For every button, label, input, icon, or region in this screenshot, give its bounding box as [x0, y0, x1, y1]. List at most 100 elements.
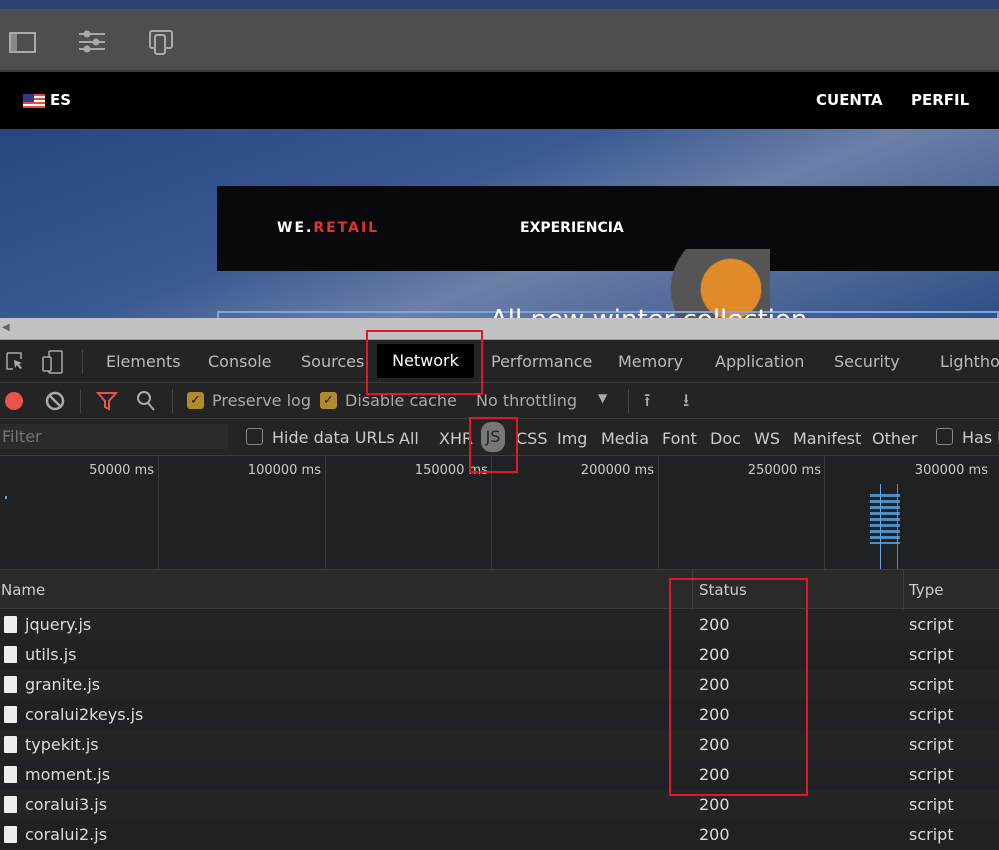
filter-icon[interactable] — [96, 391, 118, 411]
table-row[interactable]: typekit.js 200 script — [0, 730, 999, 760]
table-row[interactable]: moment.js 200 script — [0, 760, 999, 790]
tab-security[interactable]: Security — [834, 352, 900, 371]
hero-banner: WE.RETAIL EXPERIENCIA All new winter col… — [0, 129, 999, 318]
column-status[interactable]: Status — [699, 581, 747, 599]
window-top-strip — [0, 0, 999, 9]
request-type: script — [909, 645, 954, 664]
request-name: coralui2keys.js — [25, 705, 144, 724]
tab-application[interactable]: Application — [715, 352, 804, 371]
disable-cache-label: Disable cache — [345, 391, 457, 410]
filter-bar: Hide data URLs All XHR JS CSS Img Media … — [0, 419, 999, 456]
tick: 150000 ms — [414, 463, 488, 478]
tab-elements[interactable]: Elements — [106, 352, 181, 371]
type-media[interactable]: Media — [601, 429, 649, 448]
type-xhr[interactable]: XHR — [439, 429, 473, 448]
table-row[interactable]: coralui2keys.js 200 script — [0, 700, 999, 730]
tick: 250000 ms — [747, 463, 821, 478]
chevron-down-icon[interactable]: ▼ — [598, 391, 607, 405]
has-blocked-cookies-checkbox[interactable] — [936, 428, 953, 445]
search-icon[interactable] — [136, 390, 156, 412]
request-name: moment.js — [25, 765, 111, 784]
inspect-element-icon[interactable] — [5, 351, 25, 373]
type-ws[interactable]: WS — [754, 429, 780, 448]
file-icon — [4, 616, 17, 633]
disable-cache-checkbox[interactable]: ✓ — [320, 392, 337, 409]
network-toolbar: ✓ Preserve log ✓ Disable cache No thrott… — [0, 383, 999, 419]
request-name: granite.js — [25, 675, 101, 694]
file-icon — [4, 646, 17, 663]
file-icon — [4, 736, 17, 753]
language-selector[interactable]: ES — [50, 91, 71, 109]
tab-sources[interactable]: Sources — [301, 352, 364, 371]
divider — [82, 350, 83, 374]
type-img[interactable]: Img — [557, 429, 587, 448]
tick: 200000 ms — [580, 463, 654, 478]
editor-toolbar — [0, 9, 999, 72]
us-flag-icon — [23, 94, 45, 108]
type-other[interactable]: Other — [872, 429, 917, 448]
clear-icon[interactable] — [45, 391, 65, 411]
table-row[interactable]: coralui3.js 200 script — [0, 790, 999, 820]
tick: 100000 ms — [247, 463, 321, 478]
table-header: Name Status Type — [0, 570, 999, 850]
file-icon — [4, 826, 17, 843]
preserve-log-checkbox[interactable]: ✓ — [187, 392, 204, 409]
type-all[interactable]: All — [399, 429, 419, 448]
request-name: typekit.js — [25, 735, 99, 754]
tab-console[interactable]: Console — [208, 352, 272, 371]
type-manifest[interactable]: Manifest — [793, 429, 861, 448]
request-type: script — [909, 825, 954, 844]
site-header: ES CUENTA PERFIL — [0, 72, 999, 129]
horizontal-scrollbar[interactable]: ◀ — [0, 318, 999, 340]
export-har-icon[interactable]: ⭳ — [683, 388, 689, 418]
preserve-log-label: Preserve log — [212, 391, 311, 410]
throttling-select[interactable]: No throttling — [476, 391, 577, 410]
type-doc[interactable]: Doc — [710, 429, 741, 448]
request-type: script — [909, 615, 954, 634]
nav-perfil[interactable]: PERFIL — [911, 91, 969, 109]
device-toolbar-icon[interactable] — [42, 350, 64, 374]
nav-cuenta[interactable]: CUENTA — [816, 91, 883, 109]
timeline-overview[interactable] — [0, 484, 999, 570]
hero-title: All new winter collection — [490, 305, 807, 318]
type-css[interactable]: CSS — [516, 429, 547, 448]
tick: 300000 ms — [914, 463, 988, 478]
request-list: jquery.js 200 script utils.js 200 script… — [0, 610, 999, 850]
filter-input[interactable] — [0, 424, 228, 449]
request-type: script — [909, 765, 954, 784]
column-name[interactable]: Name — [1, 581, 45, 599]
tab-network[interactable]: Network — [377, 344, 474, 378]
request-status: 200 — [699, 675, 730, 694]
table-row[interactable]: utils.js 200 script — [0, 640, 999, 670]
request-type: script — [909, 795, 954, 814]
tab-memory[interactable]: Memory — [618, 352, 683, 371]
main-nav: WE.RETAIL EXPERIENCIA — [217, 186, 999, 271]
table-row[interactable]: coralui2.js 200 script — [0, 820, 999, 850]
sliders-icon[interactable] — [78, 29, 106, 55]
side-panel-icon[interactable] — [9, 29, 37, 55]
type-font[interactable]: Font — [662, 429, 697, 448]
column-type[interactable]: Type — [909, 581, 943, 599]
type-js[interactable]: JS — [481, 422, 505, 452]
request-type: script — [909, 675, 954, 694]
file-icon — [4, 676, 17, 693]
record-icon[interactable] — [5, 392, 23, 410]
divider — [80, 389, 81, 413]
import-har-icon[interactable]: ⭱ — [644, 388, 650, 418]
divider — [172, 389, 173, 413]
hide-data-urls-checkbox[interactable] — [246, 428, 263, 445]
nav-experiencia[interactable]: EXPERIENCIA — [520, 220, 624, 236]
has-blocked-cookies-label: Has b — [962, 428, 999, 447]
request-type: script — [909, 735, 954, 754]
divider — [628, 389, 629, 413]
request-status: 200 — [699, 765, 730, 784]
emulator-icon[interactable] — [148, 29, 176, 55]
table-row[interactable]: granite.js 200 script — [0, 670, 999, 700]
request-name: jquery.js — [25, 615, 92, 634]
tab-performance[interactable]: Performance — [491, 352, 592, 371]
logo[interactable]: WE.RETAIL — [277, 220, 379, 236]
request-status: 200 — [699, 645, 730, 664]
tab-lighthouse[interactable]: Lighthouse — [940, 352, 999, 371]
table-row[interactable]: jquery.js 200 script — [0, 610, 999, 640]
request-status: 200 — [699, 615, 730, 634]
